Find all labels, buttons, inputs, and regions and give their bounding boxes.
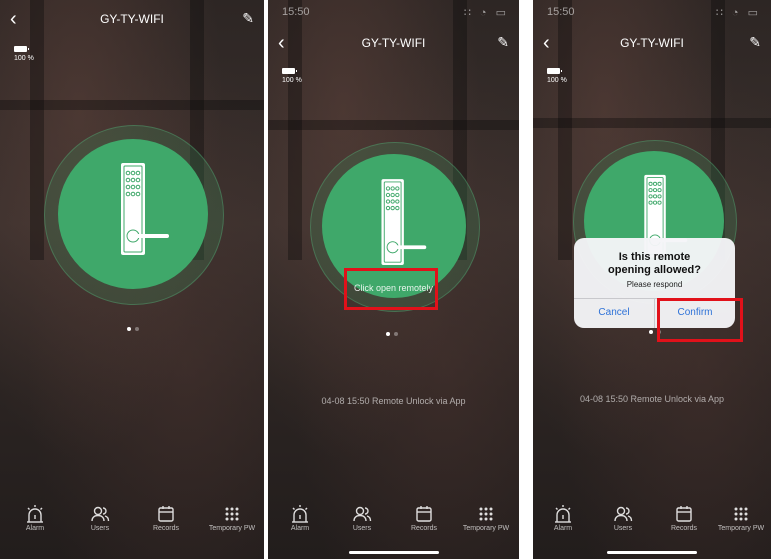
page-dot[interactable] <box>135 327 139 331</box>
top-bar: ‹ GY-TY-WIFI ✎ <box>268 32 519 56</box>
edit-pencil-icon[interactable]: ✎ <box>749 34 761 51</box>
tab-label: Records <box>152 525 180 532</box>
unlock-log-entry: 04-08 15:50 Remote Unlock via App <box>321 396 466 406</box>
status-bar: 15:50 ∷ ◔ ▭ <box>543 6 761 20</box>
status-time: 15:50 <box>282 6 310 18</box>
tab-bar: Alarm Users Records Temporary PW <box>0 503 264 543</box>
home-indicator[interactable] <box>348 551 439 554</box>
page-indicator <box>386 332 398 336</box>
tab-records[interactable]: Records <box>394 503 454 532</box>
door-lock-icon <box>121 163 169 255</box>
highlight-box <box>657 298 743 342</box>
battery-indicator: 100 % <box>547 68 567 84</box>
top-bar: ‹ GY-TY-WIFI ✎ <box>533 32 771 56</box>
tab-label: Alarm <box>290 525 310 532</box>
device-title: GY-TY-WIFI <box>620 36 684 50</box>
alert-title-line-2: opening allowed? <box>608 264 701 276</box>
cancel-button[interactable]: Cancel <box>574 298 654 328</box>
edit-pencil-icon[interactable]: ✎ <box>242 10 254 27</box>
battery-indicator: 100 % <box>282 68 302 84</box>
alert-title-line-1: Is this remote <box>618 251 691 263</box>
tab-alarm[interactable]: Alarm <box>533 503 593 532</box>
tab-records[interactable]: Records <box>136 503 196 532</box>
status-bar: 15:50 ∷ ◔ ▭ <box>278 6 509 20</box>
edit-pencil-icon[interactable]: ✎ <box>497 34 509 51</box>
tab-alarm[interactable]: Alarm <box>5 503 65 532</box>
alarm-icon <box>27 505 43 523</box>
battery-text: 100 % <box>547 77 567 84</box>
tab-label: Records <box>670 525 698 532</box>
tab-label: Users <box>90 525 110 532</box>
battery-icon <box>547 68 562 74</box>
signal-wifi-battery-icon: ∷ ◔ ▭ <box>715 7 761 19</box>
background-beam <box>30 0 44 260</box>
tab-label: Alarm <box>553 525 573 532</box>
calendar-icon <box>158 506 174 522</box>
tab-temporary-pw[interactable]: Temporary PW <box>711 503 771 532</box>
users-icon <box>353 506 372 522</box>
tab-temporary-pw[interactable]: Temporary PW <box>456 503 516 532</box>
unlock-log-entry: 04-08 15:50 Remote Unlock via App <box>579 394 725 404</box>
battery-indicator: 100 % <box>14 46 34 62</box>
tab-temporary-pw[interactable]: Temporary PW <box>202 503 262 532</box>
battery-text: 100 % <box>282 77 302 84</box>
alert-title: Is this remote opening allowed? <box>574 251 735 277</box>
tab-label: Temporary PW <box>208 525 256 532</box>
keypad-icon <box>225 507 239 521</box>
alert-message: Please respond <box>626 280 683 289</box>
battery-icon <box>282 68 297 74</box>
top-bar: ‹ GY-TY-WIFI ✎ <box>0 8 264 32</box>
page-dot-active <box>649 330 653 334</box>
tab-bar: Alarm Users Records Temporary PW <box>533 503 771 543</box>
background-beam <box>0 100 264 110</box>
keypad-icon <box>734 507 748 521</box>
background-beam <box>533 118 771 128</box>
background-beam <box>268 120 519 130</box>
tab-bar: Alarm Users Records Temporary PW <box>268 503 519 543</box>
calendar-icon <box>676 506 692 522</box>
tab-label: Temporary PW <box>717 525 765 532</box>
screen-2: 15:50 ∷ ◔ ▭ ‹ GY-TY-WIFI ✎ 100 % Click o… <box>268 0 519 559</box>
tab-label: Records <box>410 525 438 532</box>
page-dot-active <box>127 327 131 331</box>
page-dot-active <box>386 332 390 336</box>
battery-icon <box>14 46 29 52</box>
device-title: GY-TY-WIFI <box>361 36 426 50</box>
calendar-icon <box>416 506 432 522</box>
battery-text: 100 % <box>14 55 34 62</box>
tab-label: Users <box>352 525 372 532</box>
tab-label: Alarm <box>25 525 45 532</box>
alarm-icon <box>555 505 571 523</box>
tab-alarm[interactable]: Alarm <box>270 503 330 532</box>
highlight-box <box>344 268 438 310</box>
tab-users[interactable]: Users <box>593 503 653 532</box>
tab-records[interactable]: Records <box>654 503 714 532</box>
alarm-icon <box>292 505 308 523</box>
door-lock-icon <box>381 179 427 265</box>
page-indicator <box>127 327 139 331</box>
tab-users[interactable]: Users <box>70 503 130 532</box>
status-time: 15:50 <box>547 6 575 18</box>
users-icon <box>614 506 633 522</box>
home-indicator[interactable] <box>607 551 697 554</box>
screen-1: ‹ GY-TY-WIFI ✎ 100 % Alarm Users Records… <box>0 0 264 559</box>
device-title: GY-TY-WIFI <box>100 12 164 26</box>
page-dot[interactable] <box>394 332 398 336</box>
signal-wifi-battery-icon: ∷ ◔ ▭ <box>463 7 509 19</box>
tab-label: Users <box>613 525 633 532</box>
tab-users[interactable]: Users <box>332 503 392 532</box>
screen-3: 15:50 ∷ ◔ ▭ ‹ GY-TY-WIFI ✎ 100 % Is this… <box>533 0 771 559</box>
users-icon <box>91 506 110 522</box>
keypad-icon <box>479 507 493 521</box>
tab-label: Temporary PW <box>462 525 510 532</box>
